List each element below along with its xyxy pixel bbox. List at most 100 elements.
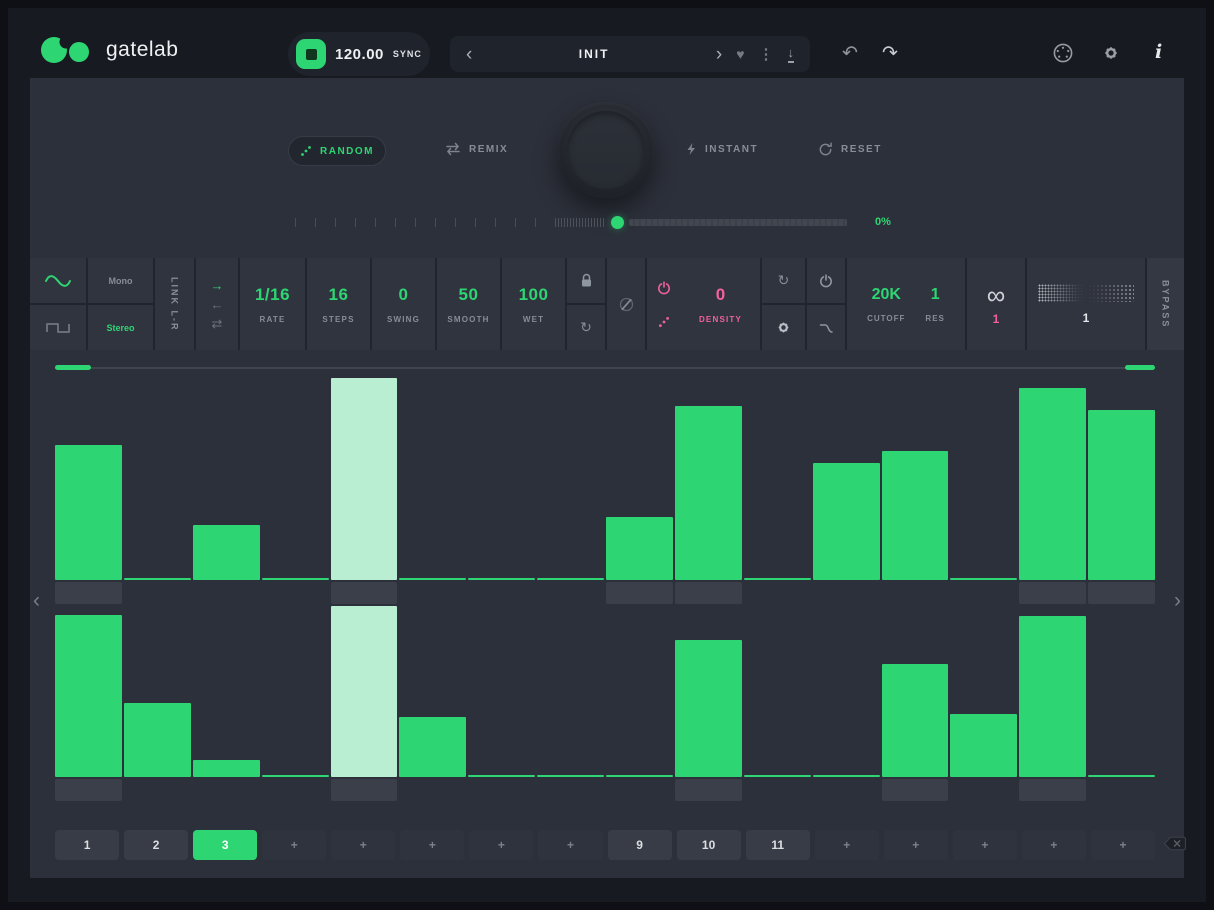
- row2-step-7[interactable]: [468, 606, 535, 801]
- redo-button[interactable]: ↷: [882, 42, 898, 65]
- step-bar[interactable]: [537, 775, 604, 777]
- row1-step-13[interactable]: [882, 378, 949, 604]
- preset-prev-button[interactable]: ‹: [466, 45, 472, 64]
- step-bar[interactable]: [1019, 388, 1086, 580]
- step-bar[interactable]: [55, 445, 122, 580]
- direction-pingpong-button[interactable]: ⇄: [212, 317, 223, 330]
- step-bar[interactable]: [468, 578, 535, 580]
- waveform-sine-button[interactable]: [30, 258, 86, 303]
- row1-step-11[interactable]: [744, 378, 811, 604]
- range-end-handle[interactable]: [1125, 365, 1155, 370]
- row2-step-2[interactable]: [124, 606, 191, 801]
- cutoff-control[interactable]: 20K CUTOFF: [867, 286, 905, 323]
- density-control[interactable]: 0 DENSITY: [681, 285, 760, 324]
- row2-step-11-sub[interactable]: [744, 779, 811, 801]
- row1-step-6[interactable]: [399, 378, 466, 604]
- row1-step-12[interactable]: [813, 378, 880, 604]
- row2-step-9-sub[interactable]: [606, 779, 673, 801]
- range-start-handle[interactable]: [55, 365, 91, 370]
- row2-step-9[interactable]: [606, 606, 673, 801]
- row1-step-16-sub[interactable]: [1088, 582, 1155, 604]
- filter-power-button[interactable]: [807, 258, 845, 303]
- row1-step-15[interactable]: [1019, 378, 1086, 604]
- step-bar-area[interactable]: [468, 606, 535, 777]
- row2-step-6-sub[interactable]: [399, 779, 466, 801]
- step-bar[interactable]: [55, 615, 122, 777]
- row2-step-14-sub[interactable]: [950, 779, 1017, 801]
- step-bar-area[interactable]: [1019, 378, 1086, 580]
- step-bar-area[interactable]: [124, 606, 191, 777]
- row1-step-1-sub[interactable]: [55, 582, 122, 604]
- row1-step-15-sub[interactable]: [1019, 582, 1086, 604]
- midi-icon[interactable]: [1052, 42, 1074, 64]
- row2-step-16-sub[interactable]: [1088, 779, 1155, 801]
- step-bar[interactable]: [262, 578, 329, 580]
- step-bar-area[interactable]: [744, 378, 811, 580]
- row1-step-3-sub[interactable]: [193, 582, 260, 604]
- row2-step-16[interactable]: [1088, 606, 1155, 801]
- row2-step-5[interactable]: [331, 606, 398, 801]
- filter-curve-button[interactable]: [807, 305, 845, 350]
- step-bar[interactable]: [468, 775, 535, 777]
- sync-toggle[interactable]: SYNC: [393, 49, 422, 59]
- row1-step-14-sub[interactable]: [950, 582, 1017, 604]
- row2-step-14[interactable]: [950, 606, 1017, 801]
- scroll-left-icon[interactable]: ‹: [33, 590, 40, 611]
- row1-step-5[interactable]: [331, 378, 398, 604]
- pattern-16-button[interactable]: +: [1091, 830, 1155, 860]
- texture-swatch-1[interactable]: [1038, 284, 1084, 302]
- favorite-heart-icon[interactable]: ♥: [736, 46, 744, 62]
- step-bar[interactable]: [399, 578, 466, 580]
- step-bar-area[interactable]: [331, 606, 398, 777]
- row1-step-2-sub[interactable]: [124, 582, 191, 604]
- row1-step-6-sub[interactable]: [399, 582, 466, 604]
- step-bar[interactable]: [399, 717, 466, 777]
- row1-step-5-sub[interactable]: [331, 582, 398, 604]
- row2-step-12[interactable]: [813, 606, 880, 801]
- step-bar-area[interactable]: [675, 606, 742, 777]
- pattern-11-button[interactable]: 11: [746, 830, 810, 860]
- row1-step-3[interactable]: [193, 378, 260, 604]
- step-bar[interactable]: [124, 703, 191, 777]
- step-bar-area[interactable]: [262, 378, 329, 580]
- step-bar-area[interactable]: [744, 606, 811, 777]
- row1-step-2[interactable]: [124, 378, 191, 604]
- clear-pattern-button[interactable]: [1163, 836, 1187, 856]
- step-bar-area[interactable]: [55, 378, 122, 580]
- pattern-6-button[interactable]: +: [400, 830, 464, 860]
- step-bar-area[interactable]: [262, 606, 329, 777]
- row1-step-7[interactable]: [468, 378, 535, 604]
- step-bar-area[interactable]: [606, 606, 673, 777]
- waveform-square-button[interactable]: [30, 305, 86, 350]
- pattern-10-button[interactable]: 10: [677, 830, 741, 860]
- settings-gear-icon[interactable]: [1101, 43, 1121, 63]
- direction-forward-button[interactable]: →: [211, 279, 224, 292]
- step-bar[interactable]: [193, 525, 260, 580]
- row1-step-4[interactable]: [262, 378, 329, 604]
- row1-step-7-sub[interactable]: [468, 582, 535, 604]
- info-button[interactable]: i: [1155, 41, 1162, 63]
- pattern-12-button[interactable]: +: [815, 830, 879, 860]
- reset-button[interactable]: RESET: [818, 142, 882, 157]
- row1-step-10[interactable]: [675, 378, 742, 604]
- row1-step-4-sub[interactable]: [262, 582, 329, 604]
- row2-step-12-sub[interactable]: [813, 779, 880, 801]
- texture-swatch-2[interactable]: [1088, 284, 1134, 302]
- main-knob[interactable]: [558, 102, 654, 198]
- more-options-icon[interactable]: ⋮: [759, 45, 774, 63]
- step-bar[interactable]: [744, 578, 811, 580]
- row2-step-3[interactable]: [193, 606, 260, 801]
- step-bar[interactable]: [1088, 410, 1155, 580]
- step-bar-area[interactable]: [399, 606, 466, 777]
- step-bar-area[interactable]: [882, 378, 949, 580]
- step-bar-area[interactable]: [193, 378, 260, 580]
- infinity-cell[interactable]: ∞ 1: [967, 258, 1025, 350]
- refresh-button[interactable]: ↻: [762, 258, 805, 303]
- stereo-button[interactable]: Stereo: [88, 305, 153, 350]
- steps-control[interactable]: 16 STEPS: [307, 258, 370, 350]
- row1-step-16[interactable]: [1088, 378, 1155, 604]
- step-bar-area[interactable]: [1019, 606, 1086, 777]
- step-bar-area[interactable]: [1088, 378, 1155, 580]
- step-bar[interactable]: [675, 406, 742, 580]
- row2-step-15[interactable]: [1019, 606, 1086, 801]
